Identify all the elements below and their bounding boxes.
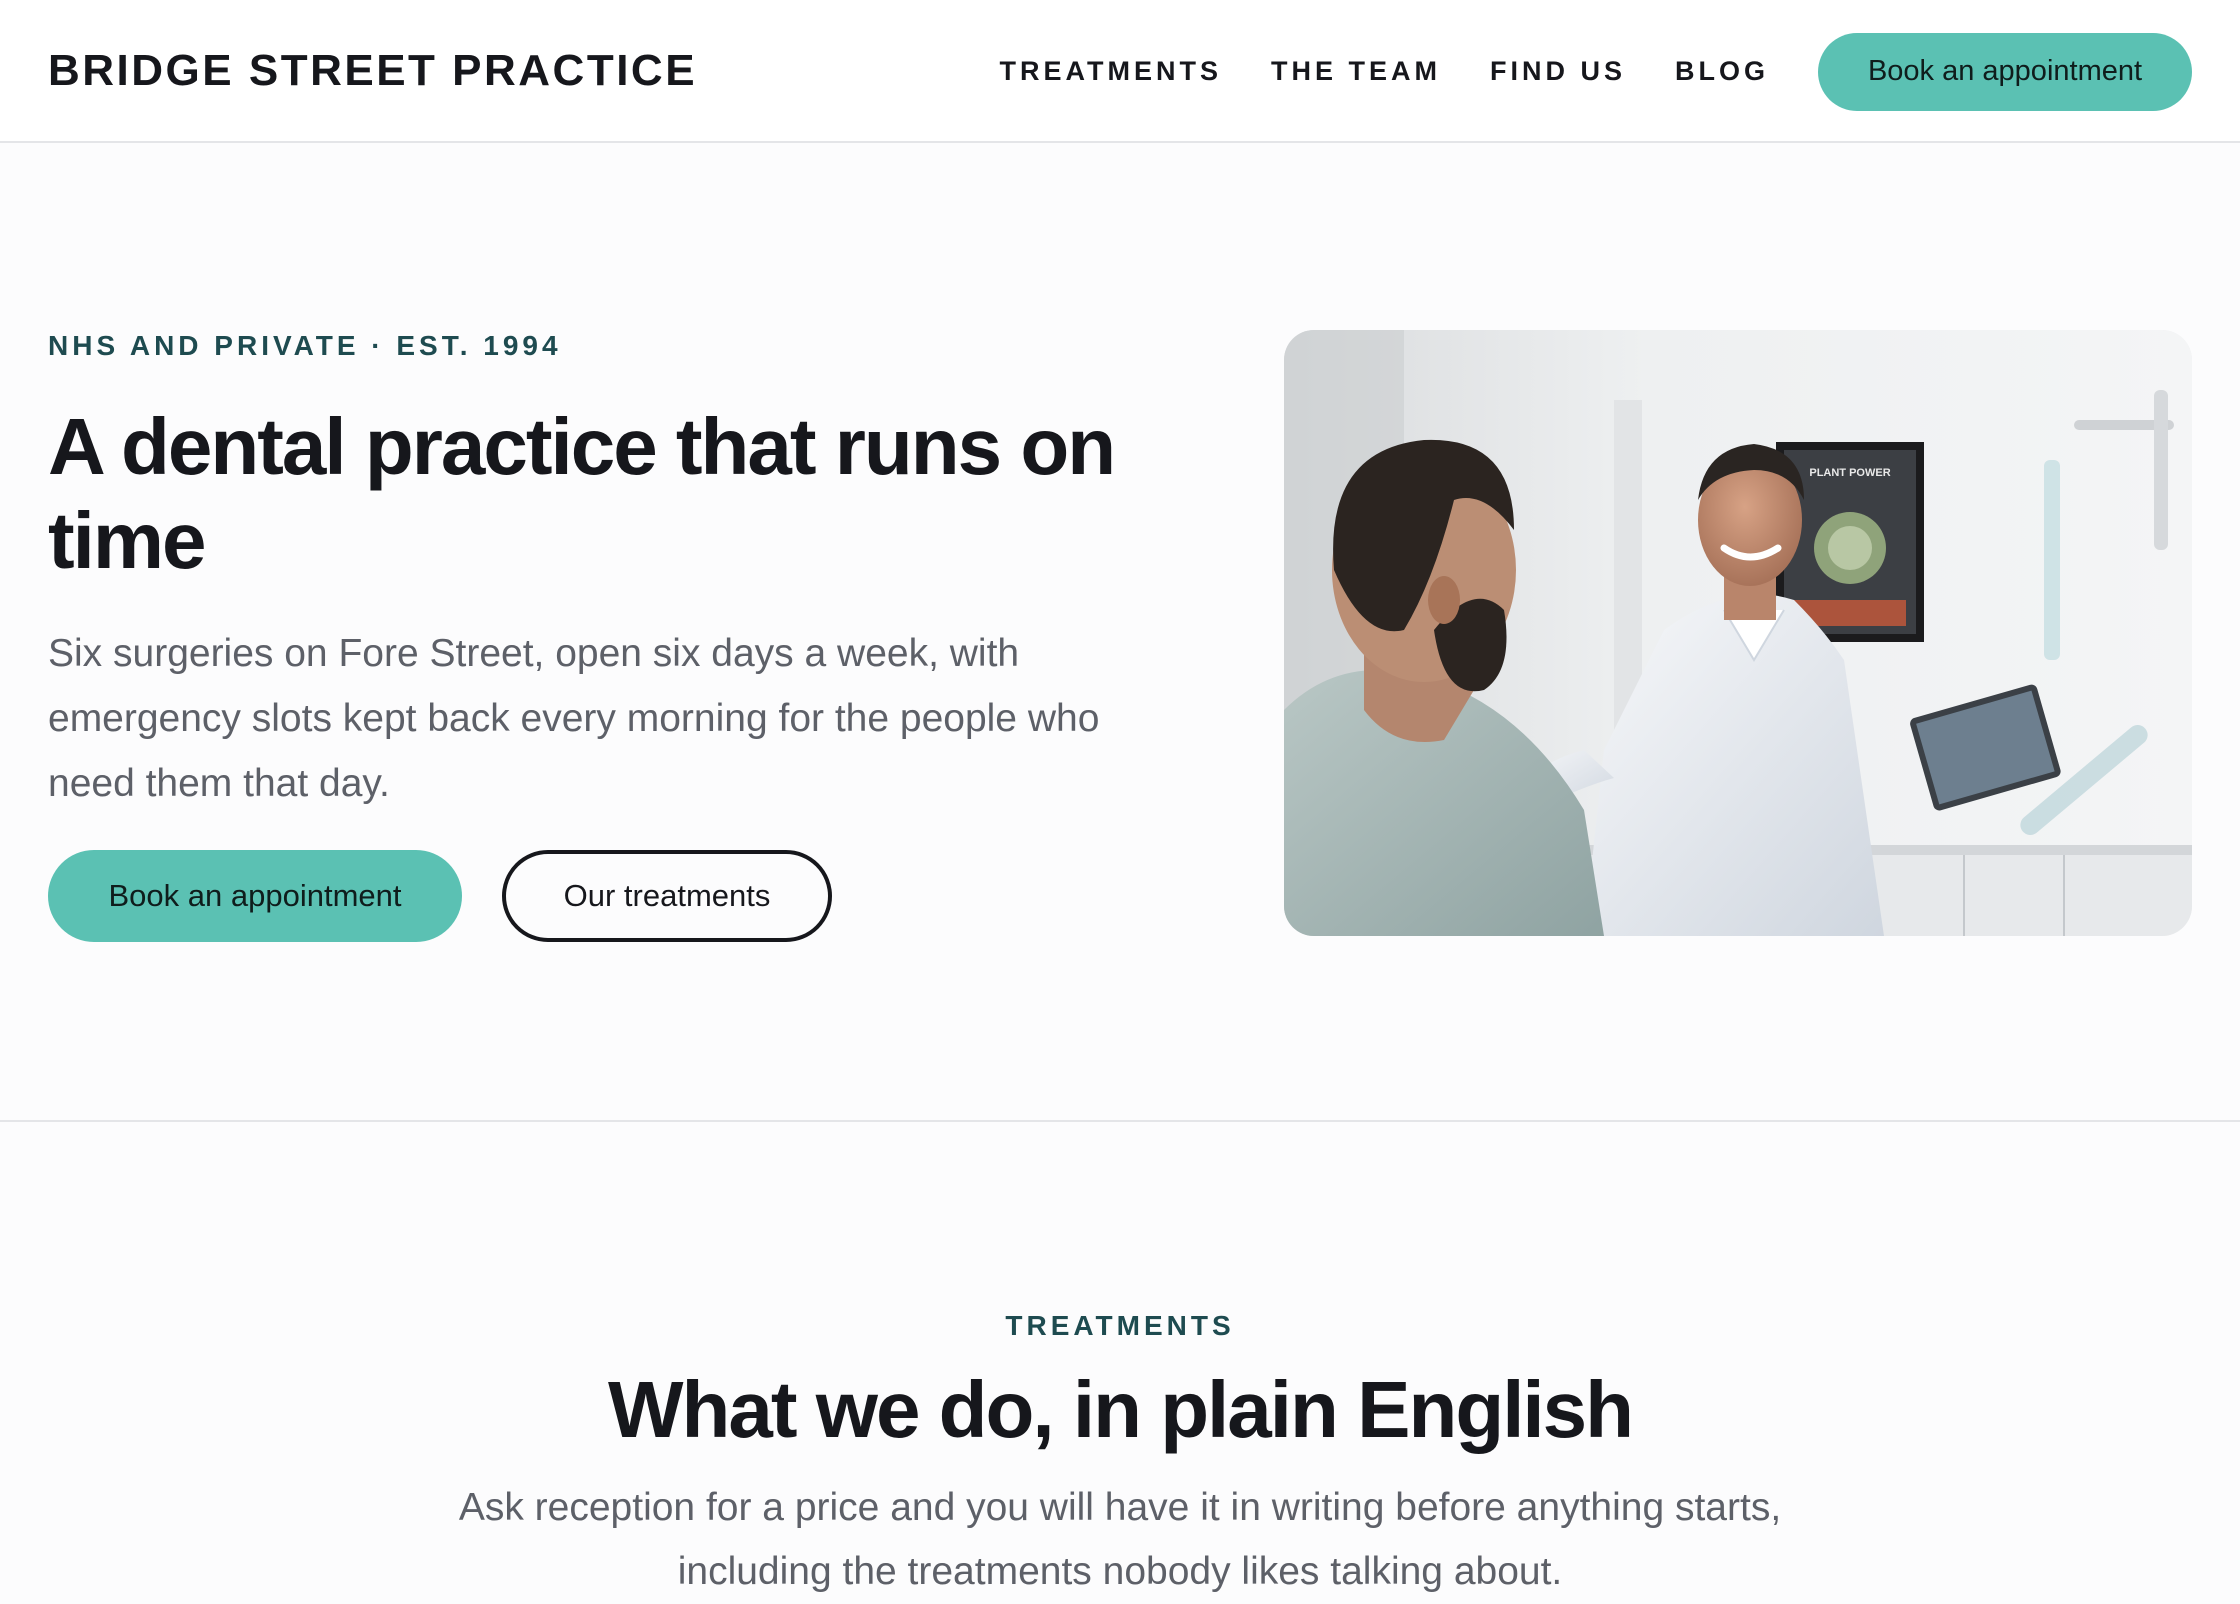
poster-text: PLANT POWER <box>1809 467 1890 479</box>
hero-actions: Book an appointment Our treatments <box>48 850 832 942</box>
hero-photo: PLANT POWER <box>1284 330 2192 936</box>
hero-book-appointment-button[interactable]: Book an appointment <box>48 850 462 942</box>
treatments-title: What we do, in plain English <box>608 1365 1634 1454</box>
site-header: BRIDGE STREET PRACTICE TREATMENTS THE TE… <box>0 0 2240 143</box>
nav-find-us[interactable]: FIND US <box>1490 56 1626 87</box>
hero-description: Six surgeries on Fore Street, open six d… <box>48 632 1100 805</box>
treatments-description: Ask reception for a price and you will h… <box>458 1486 1782 1593</box>
main-nav: TREATMENTS THE TEAM FIND US BLOG Book an… <box>1000 0 2192 143</box>
nav-the-team[interactable]: THE TEAM <box>1271 56 1441 87</box>
brand-logo[interactable]: BRIDGE STREET PRACTICE <box>48 46 697 96</box>
hero-eyebrow: NHS AND PRIVATE · EST. 1994 <box>48 330 562 361</box>
header-book-appointment-button[interactable]: Book an appointment <box>1818 32 2192 111</box>
hero-section: NHS AND PRIVATE · EST. 1994 A dental pra… <box>0 145 2240 1122</box>
treatments-eyebrow: TREATMENTS <box>1005 1310 1235 1341</box>
treatments-section: TREATMENTS What we do, in plain English … <box>0 1124 2240 1600</box>
our-treatments-button[interactable]: Our treatments <box>502 850 832 942</box>
hero-title: A dental practice that runs on time <box>48 402 1116 585</box>
nav-treatments[interactable]: TREATMENTS <box>1000 56 1223 87</box>
nav-blog[interactable]: BLOG <box>1675 56 1769 87</box>
